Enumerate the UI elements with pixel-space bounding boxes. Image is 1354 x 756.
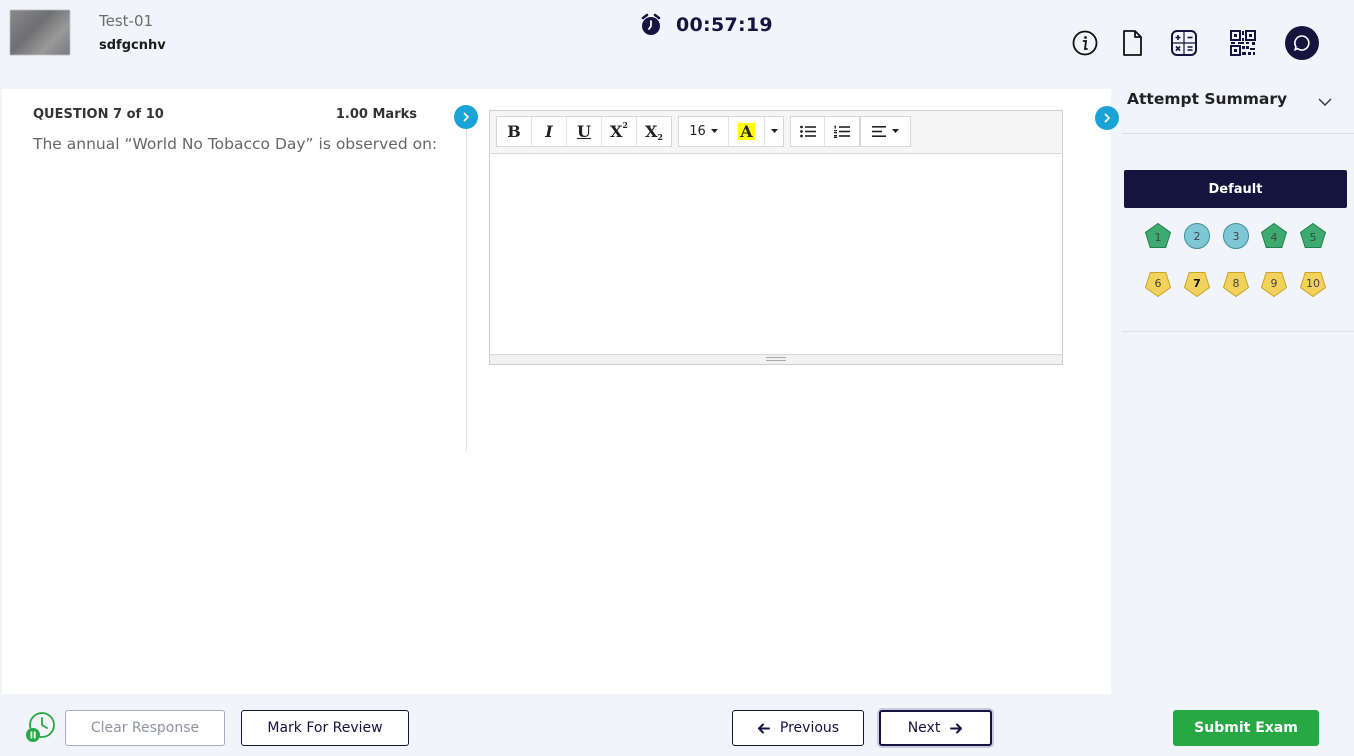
bullet-list-icon xyxy=(799,125,816,138)
panel-divider xyxy=(466,119,467,451)
calculator-icon[interactable] xyxy=(1169,28,1199,58)
question-chip-label: 1 xyxy=(1154,230,1162,244)
sidebar-divider xyxy=(1122,331,1354,332)
question-header: QUESTION 7 of 10 1.00 Marks xyxy=(33,107,417,122)
question-marks: 1.00 Marks xyxy=(335,107,417,122)
underline-label: U xyxy=(577,122,591,141)
question-chip-4[interactable]: 4 xyxy=(1259,221,1289,251)
question-chip-label: 7 xyxy=(1193,276,1201,290)
chevron-down-icon xyxy=(1318,98,1332,106)
format-group: B I U X2 X2 xyxy=(496,116,672,147)
editor-toolbar: B I U X2 X2 16 A xyxy=(490,111,1062,154)
question-chip-7[interactable]: 7 xyxy=(1182,269,1212,299)
answer-textarea[interactable] xyxy=(490,154,1062,354)
question-chip-label: 4 xyxy=(1270,230,1278,244)
test-name: Test-01 xyxy=(99,12,154,30)
font-size-value: 16 xyxy=(689,124,706,139)
user-name: sdfgcnhv xyxy=(99,38,166,53)
italic-label: I xyxy=(545,122,553,141)
mark-for-review-label: Mark For Review xyxy=(267,720,383,736)
header: Test-01 sdfgcnhv 00:57:19 xyxy=(0,0,1354,88)
submit-exam-label: Submit Exam xyxy=(1194,720,1298,736)
align-group xyxy=(860,116,911,147)
sidebar-divider xyxy=(1122,133,1354,134)
attempt-summary-toggle[interactable] xyxy=(1317,92,1333,111)
question-chip-8[interactable]: 8 xyxy=(1221,269,1251,299)
align-left-icon xyxy=(872,126,886,137)
question-chip-label: 6 xyxy=(1154,276,1162,290)
question-chip-3[interactable]: 3 xyxy=(1221,221,1251,251)
text-color-button[interactable]: A xyxy=(729,117,765,146)
question-chip-2[interactable]: 2 xyxy=(1182,221,1212,251)
editor-resize-handle[interactable] xyxy=(490,354,1062,364)
chevron-right-icon xyxy=(1104,113,1111,123)
next-label: Next xyxy=(907,720,941,736)
question-chip-6[interactable]: 6 xyxy=(1143,269,1173,299)
question-chip-9[interactable]: 9 xyxy=(1259,269,1289,299)
arrow-left-icon xyxy=(757,723,770,733)
question-chip-1[interactable]: 1 xyxy=(1143,221,1173,251)
text-color-dropdown[interactable] xyxy=(765,117,783,146)
mark-for-review-button[interactable]: Mark For Review xyxy=(241,710,409,746)
question-number: QUESTION 7 of 10 xyxy=(33,107,164,122)
clear-response-label: Clear Response xyxy=(90,720,200,736)
caret-down-icon xyxy=(770,129,778,133)
clear-response-button[interactable]: Clear Response xyxy=(65,710,225,746)
font-size-dropdown[interactable]: 16 xyxy=(679,117,729,146)
arrow-right-icon xyxy=(950,723,963,733)
question-chip-label: 3 xyxy=(1232,229,1240,243)
document-icon[interactable] xyxy=(1117,28,1147,58)
avatar xyxy=(10,10,70,55)
underline-button[interactable]: U xyxy=(567,117,602,146)
numbered-list-button[interactable] xyxy=(825,117,859,146)
bullet-list-button[interactable] xyxy=(791,117,826,146)
previous-label: Previous xyxy=(779,720,840,736)
text-color-label: A xyxy=(738,122,755,141)
bold-label: B xyxy=(507,122,521,141)
subscript-label: X xyxy=(645,122,658,141)
question-chip-label: 10 xyxy=(1306,276,1320,290)
question-text: The annual “World No Tobacco Day” is obs… xyxy=(33,135,438,153)
subscript-button[interactable]: X2 xyxy=(637,117,671,146)
collapse-sidebar-button[interactable] xyxy=(1095,106,1119,130)
qr-code-icon[interactable] xyxy=(1228,28,1258,58)
alarm-clock-icon xyxy=(641,13,661,35)
list-group xyxy=(790,116,860,147)
question-chip-label: 8 xyxy=(1232,276,1240,290)
font-group: 16 A xyxy=(678,116,784,147)
question-chip-label: 2 xyxy=(1193,229,1201,243)
question-chip-10[interactable]: 10 xyxy=(1298,269,1328,299)
align-dropdown[interactable] xyxy=(861,117,910,146)
pause-timer-icon[interactable] xyxy=(25,711,57,743)
question-chip-5[interactable]: 5 xyxy=(1298,221,1328,251)
previous-button[interactable]: Previous xyxy=(732,710,864,746)
bold-button[interactable]: B xyxy=(497,117,532,146)
exam-timer: 00:57:19 xyxy=(640,13,773,37)
expand-question-button[interactable] xyxy=(454,105,478,129)
italic-button[interactable]: I xyxy=(532,117,567,146)
numbered-list-icon xyxy=(834,125,850,138)
answer-editor: B I U X2 X2 16 A xyxy=(489,110,1063,365)
next-button[interactable]: Next xyxy=(879,710,992,746)
chat-button[interactable] xyxy=(1285,26,1319,60)
timer-text: 00:57:19 xyxy=(676,14,773,36)
superscript-button[interactable]: X2 xyxy=(602,117,637,146)
submit-exam-button[interactable]: Submit Exam xyxy=(1173,710,1319,746)
question-panel: QUESTION 7 of 10 1.00 Marks The annual “… xyxy=(2,89,1111,694)
info-icon[interactable] xyxy=(1070,28,1100,58)
caret-down-icon xyxy=(892,129,899,133)
chat-icon xyxy=(1294,35,1310,51)
superscript-label: X xyxy=(610,122,623,141)
question-chip-label: 9 xyxy=(1270,276,1278,290)
caret-down-icon xyxy=(710,129,718,133)
section-default-button[interactable]: Default xyxy=(1124,170,1347,208)
chevron-right-icon xyxy=(463,112,470,122)
resize-grip-icon xyxy=(766,357,786,361)
question-chip-label: 5 xyxy=(1309,230,1317,244)
attempt-summary-title: Attempt Summary xyxy=(1127,90,1288,108)
